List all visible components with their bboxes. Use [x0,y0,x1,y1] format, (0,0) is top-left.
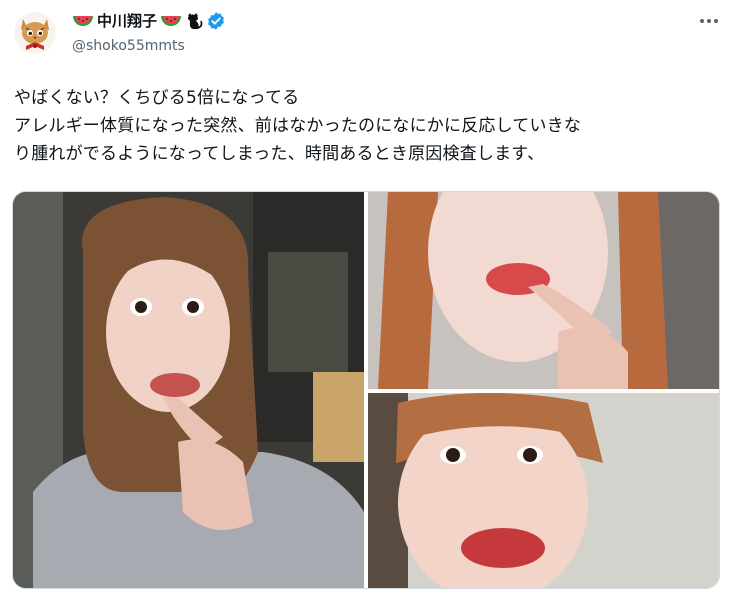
tweet-line: アレルギー体質になった突然、前はなかったのになにかに反応していきな [14,116,582,136]
cat-avatar-icon [14,12,56,54]
tweet-line: やばくない？くちびる5倍になってる [14,88,300,108]
dot-icon [714,19,718,23]
selfie-photo-top-right[interactable] [368,192,719,389]
selfie-photo-bottom-right[interactable] [368,393,719,588]
tweet-text: やばくない？くちびる5倍になってる アレルギー体質になった突然、前はなかったのに… [14,84,729,168]
display-name[interactable]: 中川翔子 [97,10,157,32]
watermelon-icon [73,16,93,26]
dot-icon [700,19,704,23]
more-options-button[interactable] [694,10,724,32]
dot-icon [707,19,711,23]
selfie-photo-left[interactable] [13,192,364,588]
tweet-line: り腫れがでるようになってしまった、時間あるとき原因検査します、 [14,144,545,164]
black-cat-icon [188,13,203,29]
display-name-row[interactable]: 中川翔子 [72,10,226,32]
avatar[interactable] [14,12,56,54]
watermelon-icon [161,16,182,26]
verified-badge-icon[interactable] [206,11,226,31]
media-grid [12,191,720,589]
user-handle[interactable]: @shoko55mmts [72,36,226,56]
